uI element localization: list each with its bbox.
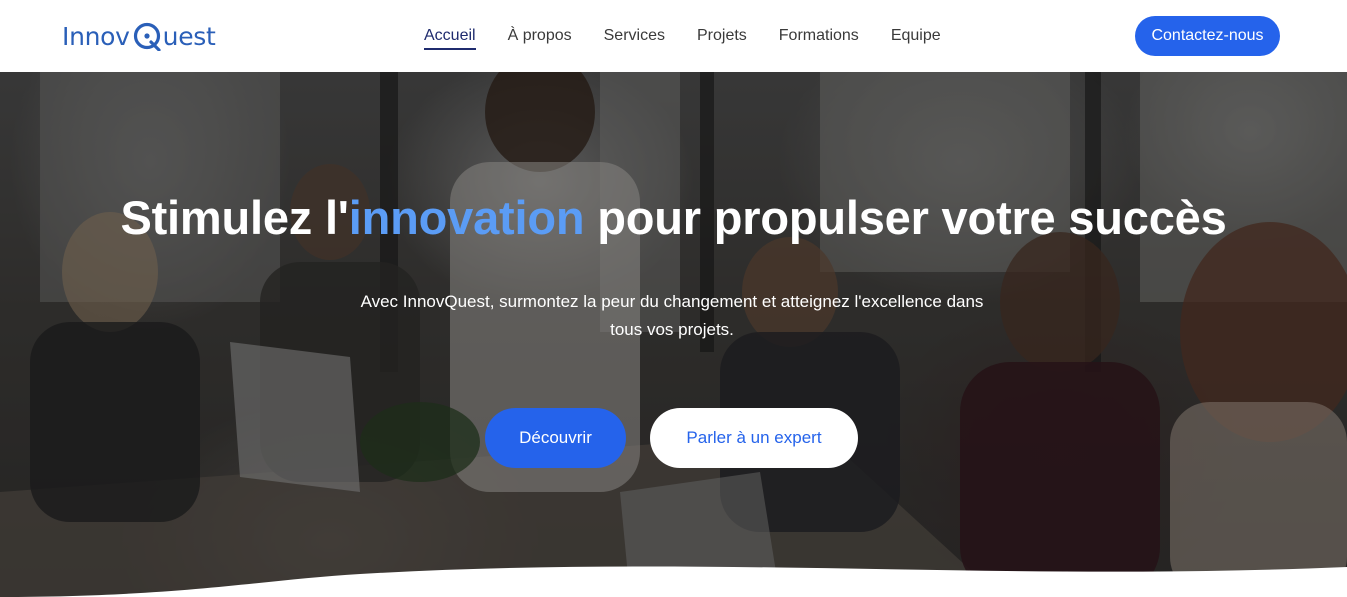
- hero-subtitle-line1: Avec InnovQuest, surmontez la peur du ch…: [360, 292, 984, 311]
- hero-subtitle: Avec InnovQuest, surmontez la peur du ch…: [330, 288, 1014, 344]
- talk-to-expert-button[interactable]: Parler à un expert: [650, 408, 858, 468]
- hero-title: Stimulez l'innovation pour propulser vot…: [0, 190, 1347, 246]
- main-nav: Accueil À propos Services Projets Format…: [424, 25, 973, 50]
- hero-title-end: pour propulser votre succès: [584, 191, 1227, 244]
- nav-item-a-propos[interactable]: À propos: [508, 26, 572, 46]
- hero-title-accent: innovation: [348, 191, 585, 244]
- logo-q-icon: [132, 21, 162, 52]
- nav-item-projets[interactable]: Projets: [697, 26, 747, 46]
- hero-bottom-wave: [0, 566, 1347, 597]
- brand-logo[interactable]: Innov uest: [62, 16, 216, 56]
- site-header: Innov uest Accueil À propos Services Pro…: [0, 0, 1347, 72]
- hero-section: Stimulez l'innovation pour propulser vot…: [0, 72, 1347, 597]
- hero-title-start: Stimulez l': [120, 191, 349, 244]
- nav-item-services[interactable]: Services: [604, 26, 665, 46]
- nav-item-formations[interactable]: Formations: [779, 26, 859, 46]
- logo-text-uest: uest: [162, 21, 216, 51]
- discover-button[interactable]: Découvrir: [485, 408, 626, 468]
- contact-button[interactable]: Contactez-nous: [1135, 16, 1280, 56]
- hero-subtitle-line2: tous vos projets.: [610, 320, 734, 339]
- nav-item-accueil[interactable]: Accueil: [424, 26, 476, 50]
- logo-text-innov: Innov: [62, 21, 130, 51]
- nav-item-equipe[interactable]: Equipe: [891, 26, 941, 46]
